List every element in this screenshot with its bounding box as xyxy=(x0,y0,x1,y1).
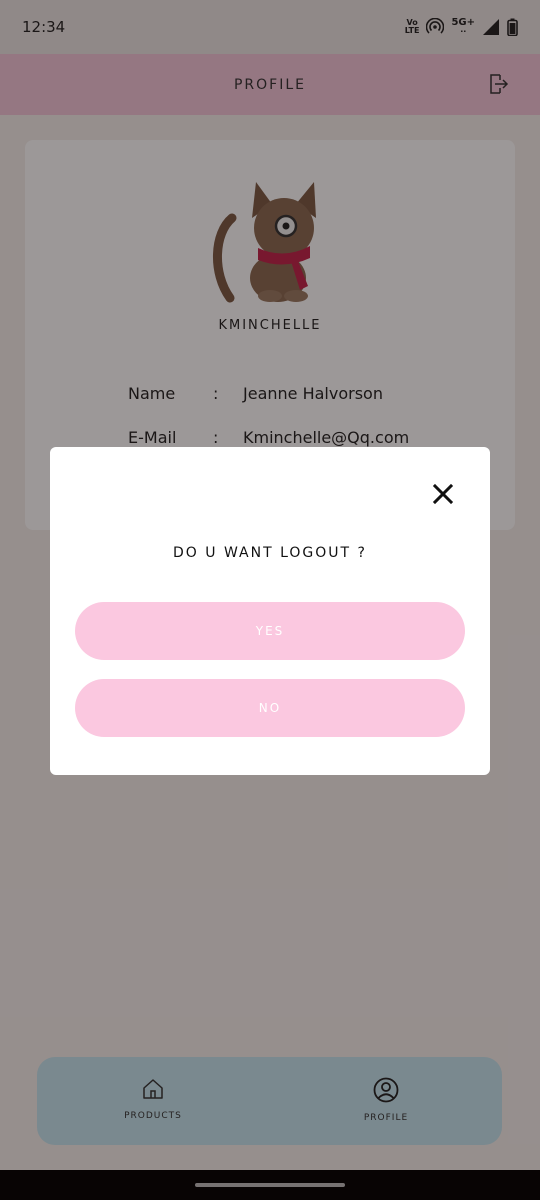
yes-button[interactable]: YES xyxy=(75,602,465,660)
dialog-title: DO U WANT LOGOUT ? xyxy=(173,545,367,561)
close-button[interactable] xyxy=(431,482,455,506)
logout-dialog: DO U WANT LOGOUT ? YES NO xyxy=(50,447,490,775)
app-screen: 12:34 Vo LTE 5G+ ·· PROFILE KMINCHELLE N… xyxy=(0,0,540,1200)
close-icon xyxy=(432,483,454,505)
no-button[interactable]: NO xyxy=(75,679,465,737)
